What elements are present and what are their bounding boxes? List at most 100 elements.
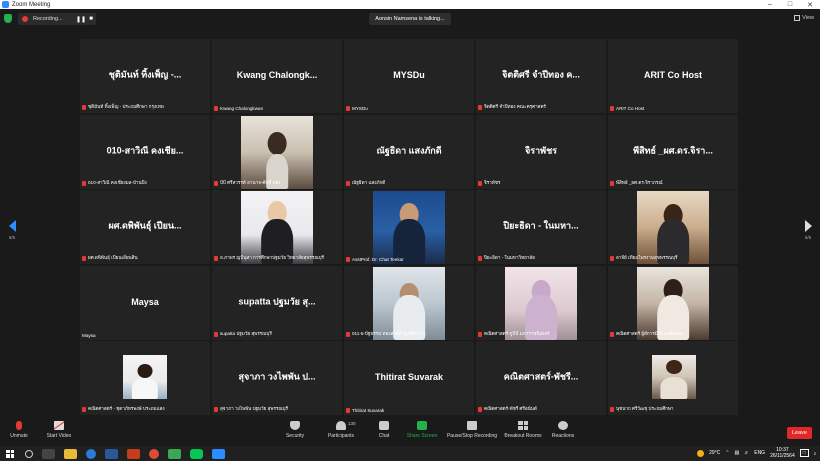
muted-mic-icon bbox=[610, 256, 614, 261]
participant-label: Maysa bbox=[82, 333, 96, 338]
system-tray: 29°C ⌃ ▤ ♬ ENG 10:37 26/11/2564 □ 2 bbox=[697, 447, 816, 459]
participant-tile[interactable]: ผศ.ดพิพันธุ์ เปียน... ผศ.ดพิพันธุ์ เปียน… bbox=[80, 190, 210, 264]
chat-icon bbox=[379, 421, 389, 430]
excel-icon[interactable] bbox=[168, 448, 181, 459]
next-page-button[interactable]: 5/5 bbox=[802, 220, 814, 240]
tray-chevron-icon[interactable]: ⌃ bbox=[725, 450, 729, 456]
view-button[interactable]: View bbox=[794, 15, 814, 21]
windows-start-icon[interactable] bbox=[4, 448, 16, 460]
input-language[interactable]: ENG bbox=[754, 450, 765, 456]
start-video-button[interactable]: Start Video bbox=[42, 421, 76, 439]
participant-video bbox=[505, 267, 577, 340]
muted-mic-icon bbox=[214, 106, 218, 111]
person-body bbox=[131, 377, 159, 399]
participant-tile[interactable]: บีบี ศรีสวรรค์ อานาจ-ศักดิ์ ทอง bbox=[212, 115, 342, 189]
word-icon[interactable] bbox=[105, 448, 118, 459]
participant-tile[interactable]: พีสิทธ์ _ผศ.ดร.จิรา... พีสิทธ์ _ผศ.ดร.จิ… bbox=[608, 115, 738, 189]
participant-label: MYSDu bbox=[346, 106, 368, 111]
pause-recording-icon[interactable]: ❚❚ bbox=[76, 16, 86, 23]
participant-tile[interactable]: จิราพัชร จิราพัชร bbox=[476, 115, 606, 189]
participant-tile[interactable]: ARIT Co Host ARIT Co Host bbox=[608, 39, 738, 113]
volume-icon[interactable]: ♬ bbox=[744, 450, 749, 456]
participant-tile[interactable]: ปิยะธิดา - ในมหา... ปิยะธิดา - ในมหาวิทย… bbox=[476, 190, 606, 264]
file-explorer-icon[interactable] bbox=[64, 448, 77, 459]
person-body bbox=[660, 377, 688, 399]
participant-display-name: Kwang Chalongk... bbox=[236, 70, 318, 80]
notification-center-icon[interactable]: □ bbox=[799, 449, 809, 457]
chat-label: Chat bbox=[378, 433, 390, 439]
muted-mic-icon bbox=[610, 181, 614, 186]
security-button[interactable]: Security bbox=[281, 421, 309, 439]
encryption-shield-icon[interactable] bbox=[4, 14, 12, 23]
pause-stop-recording-button[interactable]: Pause/Stop Recording bbox=[446, 421, 498, 439]
clock-date: 26/11/2564 bbox=[770, 453, 795, 459]
participant-tile[interactable]: คณิตศาสตร์-กูปีนี มหาราชนิเตอร์ bbox=[476, 266, 606, 340]
zoom-app-icon bbox=[2, 1, 9, 8]
participant-tile[interactable]: อาจีย์ เทียมไพรงามสุขพรรณบุรี bbox=[608, 190, 738, 264]
minimize-button[interactable]: – bbox=[760, 1, 780, 8]
participant-tile[interactable]: 011-5-ปัฐธรรม ทองสวัสดิ์-ศูนย์ทำงาน bbox=[344, 266, 474, 340]
system-clock[interactable]: 10:37 26/11/2564 bbox=[770, 447, 795, 459]
participant-tile[interactable]: ณัฐธิดา แสงภักดี ณัฐธิดา แสงภักดี bbox=[344, 115, 474, 189]
participant-tile[interactable]: คณิตศาสตร์-พัชรี... คณิตศาสตร์-พัชรี ศรี… bbox=[476, 341, 606, 415]
participant-tile[interactable]: สุจาภา วงไพพัน ป... สุจาภา วงไพพัน ปฐมวั… bbox=[212, 341, 342, 415]
reaction-icon bbox=[558, 421, 568, 430]
participant-display-name: MYSDu bbox=[393, 70, 425, 80]
participants-button[interactable]: 130 Participants bbox=[322, 421, 360, 439]
edge-icon[interactable] bbox=[86, 448, 96, 459]
chrome-icon[interactable] bbox=[149, 448, 159, 459]
participant-video bbox=[373, 191, 445, 264]
participant-tile[interactable]: นุชนาถ ศรีวัฒชุ ประถมศึกษา bbox=[608, 341, 738, 415]
participant-tile[interactable]: 010-สาวิณี คงเชีย... 010-สาวิณี คงเชียงม… bbox=[80, 115, 210, 189]
muted-mic-icon bbox=[346, 332, 350, 337]
start-video-label: Start Video bbox=[46, 433, 72, 439]
search-icon[interactable] bbox=[25, 449, 33, 458]
participant-video bbox=[241, 116, 313, 189]
participant-label: คณิตศาสตร์ - ชุตาภัทรพงษ์ ประถมแสง bbox=[82, 406, 165, 413]
breakout-rooms-button[interactable]: Breakout Rooms bbox=[504, 421, 542, 439]
participant-tile[interactable]: Thitirat Suvarak Thitirat Suvarak bbox=[344, 341, 474, 415]
zoom-taskbar-icon[interactable] bbox=[212, 448, 225, 459]
participant-display-name: ชุติมันท์ ทิ้งเพ็ญ -... bbox=[108, 69, 182, 80]
participant-tile[interactable]: จิตติศรี จำปีทอง ค... จิตติศรี จำปีทอง ค… bbox=[476, 39, 606, 113]
chevron-left-icon bbox=[8, 220, 16, 232]
recording-label: Recording... bbox=[33, 16, 63, 22]
powerpoint-icon[interactable] bbox=[127, 448, 140, 459]
close-button[interactable]: ✕ bbox=[800, 1, 820, 9]
participant-label: ผศ.ดพิพันธุ์ เปียนเลี่ยนสิน bbox=[82, 255, 138, 262]
line-icon[interactable] bbox=[190, 448, 203, 459]
participant-tile[interactable]: Maysa Maysa bbox=[80, 266, 210, 340]
recording-dot-icon bbox=[22, 16, 28, 22]
participant-tile[interactable]: คณิตศาสตร์ - ชุตาภัทรพงษ์ ประถมแสง bbox=[80, 341, 210, 415]
muted-mic-icon bbox=[346, 106, 350, 111]
muted-mic-icon bbox=[82, 256, 86, 261]
chat-button[interactable]: Chat bbox=[372, 421, 396, 439]
muted-mic-icon bbox=[82, 407, 86, 412]
task-view-icon[interactable] bbox=[42, 448, 55, 459]
muted-mic-icon bbox=[82, 105, 86, 110]
participant-display-name: ปิยะธิดา - ในมหา... bbox=[503, 220, 579, 231]
participant-tile[interactable]: Kwang Chalongk... Kwang Chalongkwan bbox=[212, 39, 342, 113]
participant-tile[interactable]: supatta ปฐมวัย สุ... supatta ปฐมวัย สุพร… bbox=[212, 266, 342, 340]
participant-tile[interactable]: AsstProf. Dr. Chat Teekar bbox=[344, 190, 474, 264]
unmute-button[interactable]: Unmute bbox=[6, 421, 32, 439]
participant-tile[interactable]: อ.ภาพร ญบีนุสา การศึกษาปฐมวัย วิทยาลัยสุ… bbox=[212, 190, 342, 264]
video-off-icon bbox=[54, 421, 64, 430]
network-icon[interactable]: ▤ bbox=[735, 450, 740, 456]
participant-label: อ.ภาพร ญบีนุสา การศึกษาปฐมวัย วิทยาลัยสุ… bbox=[214, 255, 324, 262]
participant-video bbox=[637, 191, 709, 264]
share-screen-button[interactable]: Share Screen bbox=[405, 421, 439, 439]
previous-page-button[interactable]: 5/5 bbox=[6, 220, 18, 240]
participant-tile[interactable]: ชุติมันท์ ทิ้งเพ็ญ -... ชุติมันท์ ทิ้งเพ… bbox=[80, 39, 210, 113]
maximize-button[interactable]: □ bbox=[780, 1, 800, 8]
participant-display-name: 010-สาวิณี คงเชีย... bbox=[106, 145, 184, 156]
participant-tile[interactable]: คณิตศาสตร์ ผู้สัการมีนักมนยิมเมอ bbox=[608, 266, 738, 340]
stop-recording-icon[interactable]: ■ bbox=[86, 16, 96, 22]
participant-tile[interactable]: MYSDu MYSDu bbox=[344, 39, 474, 113]
person-head bbox=[267, 132, 287, 156]
leave-button[interactable]: Leave bbox=[787, 427, 812, 439]
reactions-button[interactable]: Reactions bbox=[549, 421, 577, 439]
muted-mic-icon bbox=[346, 181, 350, 186]
weather-icon[interactable] bbox=[697, 449, 705, 457]
os-taskbar: 29°C ⌃ ▤ ♬ ENG 10:37 26/11/2564 □ 2 bbox=[0, 446, 820, 461]
